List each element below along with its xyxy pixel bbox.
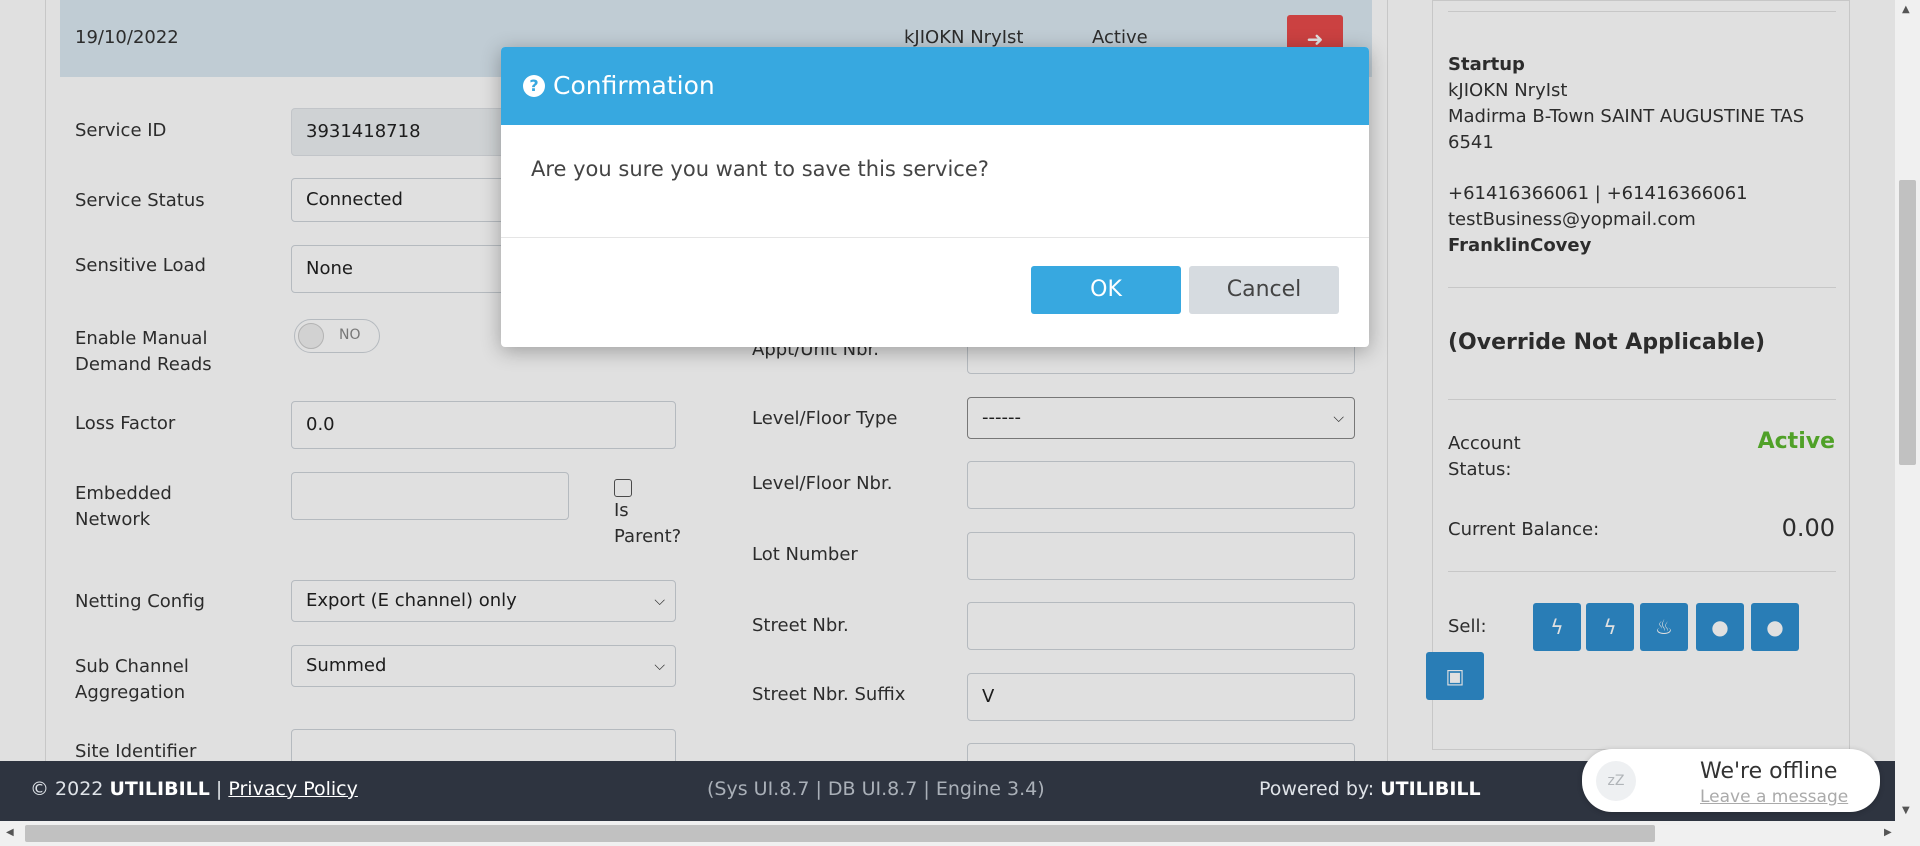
scroll-up-icon[interactable]: ▲	[1902, 4, 1910, 15]
footer-brand: UTILIBILL	[109, 778, 210, 800]
footer-powered: Powered by: UTILIBILL	[1259, 778, 1481, 800]
scroll-left-icon[interactable]: ◀	[6, 827, 14, 838]
chat-title: We're offline	[1700, 759, 1838, 784]
scroll-down-icon[interactable]: ▼	[1902, 805, 1910, 816]
dialog-title: Confirmation	[553, 71, 715, 100]
horizontal-scroll-thumb[interactable]	[25, 825, 1655, 842]
leave-message-link[interactable]: Leave a message	[1700, 787, 1848, 807]
dialog-footer: OK Cancel	[501, 238, 1369, 347]
footer-versions: (Sys UI.8.7 | DB UI.8.7 | Engine 3.4)	[707, 778, 1045, 800]
ok-button[interactable]: OK	[1031, 266, 1181, 314]
question-icon: ?	[523, 75, 545, 97]
scroll-right-icon[interactable]: ▶	[1884, 827, 1892, 838]
sleeping-avatar-icon: zZ	[1596, 761, 1636, 801]
footer-powered-brand: UTILIBILL	[1380, 778, 1481, 800]
horizontal-scrollbar[interactable]: ◀ ▶	[0, 821, 1920, 846]
footer-copyright: © 2022 UTILIBILL | Privacy Policy	[30, 778, 358, 800]
privacy-policy-link[interactable]: Privacy Policy	[228, 778, 357, 800]
cancel-button[interactable]: Cancel	[1189, 266, 1339, 314]
dialog-header: ? Confirmation	[501, 47, 1369, 125]
vertical-scroll-thumb[interactable]	[1899, 180, 1916, 465]
offline-chat-widget[interactable]: zZ We're offline Leave a message	[1582, 749, 1880, 812]
confirmation-dialog: ? Confirmation Are you sure you want to s…	[501, 47, 1369, 347]
dialog-body: Are you sure you want to save this servi…	[501, 125, 1369, 238]
dialog-message: Are you sure you want to save this servi…	[531, 157, 989, 181]
vertical-scrollbar[interactable]: ▲ ▼	[1895, 0, 1920, 821]
